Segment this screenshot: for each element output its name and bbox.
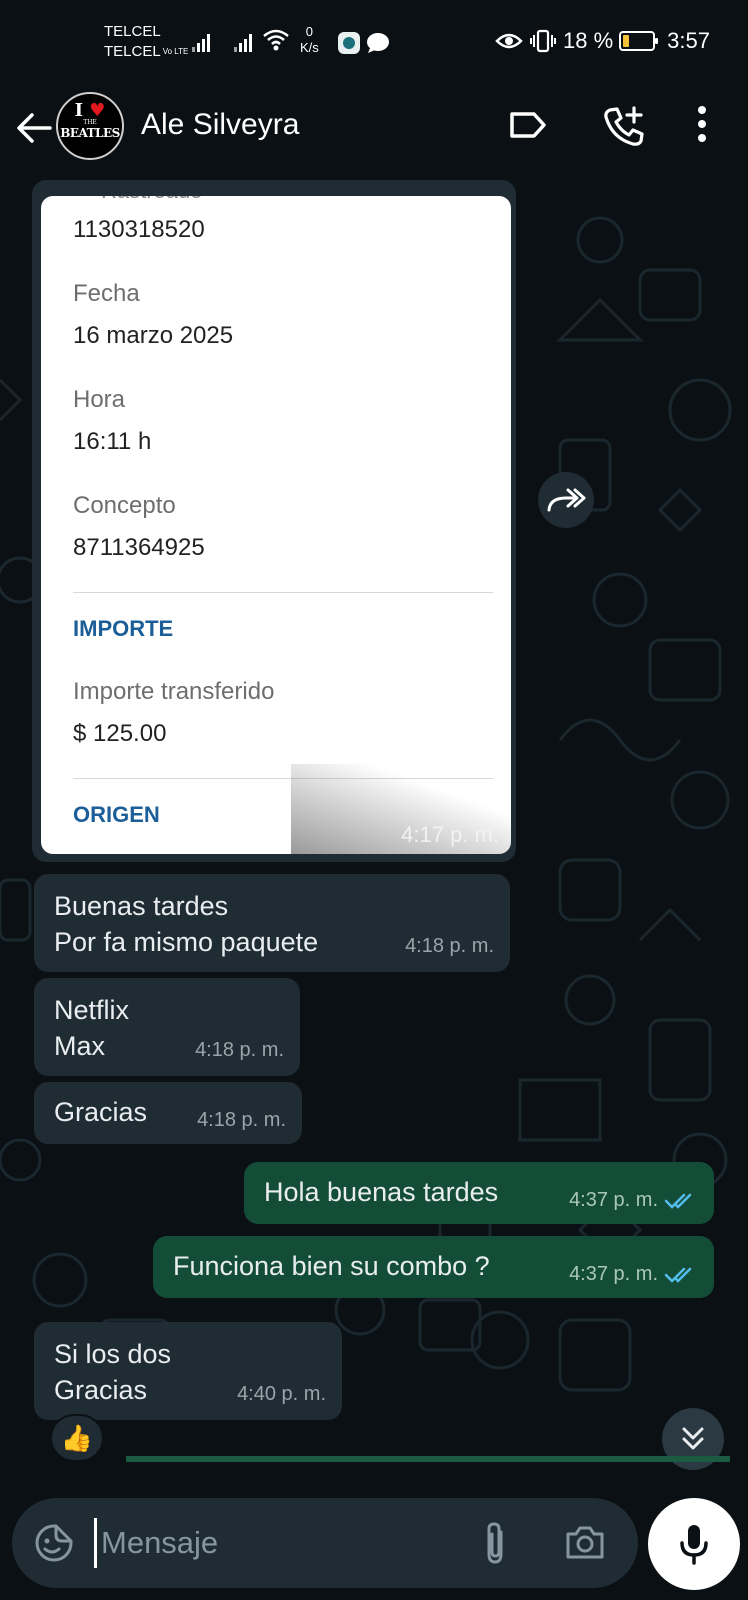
forward-button[interactable] (538, 472, 594, 528)
message-input-container[interactable] (12, 1498, 638, 1588)
read-receipt-icon (664, 1193, 692, 1209)
heart-icon: ♥ (89, 100, 106, 121)
reaction-badge[interactable]: 👍 (50, 1414, 104, 1462)
receipt-section-origen: ORIGEN (73, 802, 160, 827)
receipt-concept-value: 8711364925 (73, 534, 205, 561)
avatar[interactable]: I ♥ THE BEATLES (56, 92, 124, 160)
outgoing-message[interactable]: Funciona bien su combo ? 4:37 p. m. (153, 1236, 714, 1298)
camera-icon[interactable] (564, 1522, 606, 1562)
receipt-date-label: Fecha (73, 280, 140, 307)
app-notification-icon (338, 32, 360, 54)
net-speed-value: 0 (305, 24, 314, 39)
contact-name[interactable]: Ale Silveyra (141, 108, 299, 142)
message-time: 4:18 p. m. (405, 935, 494, 957)
outgoing-message[interactable]: Hola buenas tardes 4:37 p. m. (244, 1162, 714, 1224)
sticker-icon[interactable] (34, 1523, 74, 1563)
message-time-text: 4:37 p. m. (569, 1263, 658, 1285)
chat-notification-icon (367, 33, 389, 53)
receipt-tracking-value: 1130318520 (73, 216, 205, 243)
label-tag-icon[interactable] (508, 110, 548, 140)
divider (73, 592, 493, 593)
receipt-image[interactable]: Rastreado 1130318520 Fecha 16 marzo 2025… (41, 196, 511, 854)
message-time: 4:37 p. m. (569, 1256, 696, 1292)
battery-icon (619, 31, 659, 51)
receipt-date-value: 16 marzo 2025 (73, 322, 234, 349)
battery-percent: 18 % (563, 28, 614, 53)
receipt-transferred-value: $ 125.00 (73, 720, 167, 747)
wifi-icon (263, 29, 289, 51)
forward-icon (547, 488, 586, 512)
paperclip-icon[interactable] (482, 1520, 508, 1566)
partial-outgoing-bubble (126, 1456, 730, 1462)
receipt-concept-label: Concepto (73, 492, 176, 519)
message-time: 4:18 p. m. (195, 1039, 284, 1061)
avatar-text: I (74, 100, 83, 121)
message-time: 4:18 p. m. (197, 1109, 286, 1131)
receipt-hour-label: Hora (73, 386, 126, 413)
add-call-icon[interactable] (602, 104, 646, 148)
signal-icon (192, 30, 210, 52)
microphone-icon (680, 1525, 708, 1565)
message-list[interactable]: Rastreado 1130318520 Fecha 16 marzo 2025… (0, 180, 748, 1480)
receipt-transferred-label: Importe transferido (73, 678, 275, 705)
chat-header: I ♥ THE BEATLES Ale Silveyra (0, 88, 748, 180)
arrow-left-icon[interactable] (14, 108, 54, 148)
receipt-hour-value: 16:11 h (73, 428, 152, 455)
receipt-section-importe: IMPORTE (73, 616, 174, 641)
avatar-text: BEATLES (60, 126, 120, 140)
message-input[interactable] (94, 1518, 474, 1568)
message-time: 4:40 p. m. (237, 1383, 326, 1405)
incoming-message[interactable]: Si los dos Gracias 4:40 p. m. (34, 1322, 342, 1420)
volte-indicator: Vo LTE (162, 47, 189, 57)
message-text: Buenas tardes (54, 891, 229, 921)
message-time: 4:17 p. m. (401, 822, 499, 847)
message-text: Si los dos (54, 1339, 172, 1369)
vibrate-icon (530, 29, 557, 53)
receipt-cut-label: Rastreado (101, 196, 203, 204)
message-time-text: 4:37 p. m. (569, 1189, 658, 1211)
incoming-message[interactable]: Gracias 4:18 p. m. (34, 1082, 302, 1144)
double-chevron-down-icon (682, 1427, 704, 1450)
net-speed-unit: K/s (300, 40, 319, 55)
carrier-1: TELCEL (104, 23, 161, 40)
voice-record-button[interactable] (648, 1498, 740, 1590)
status-bar: TELCEL TELCEL Vo LTE 0 K/s 18 % 3:57 (0, 0, 748, 88)
incoming-message[interactable]: Buenas tardes Por fa mismo paquete 4:18 … (34, 874, 510, 972)
incoming-message[interactable]: Netflix Max 4:18 p. m. (34, 978, 300, 1076)
message-text: Netflix (54, 995, 130, 1025)
read-receipt-icon (664, 1267, 692, 1283)
carrier-2: TELCEL (104, 43, 161, 60)
net-speed: 0 K/s (300, 24, 319, 56)
eye-icon (495, 33, 523, 49)
message-time: 4:37 p. m. (569, 1182, 696, 1218)
carrier-names: TELCEL TELCEL Vo LTE (104, 22, 188, 62)
signal-icon (234, 30, 252, 52)
clock: 3:57 (667, 28, 710, 53)
more-vert-icon[interactable] (696, 104, 708, 144)
composer-bar (0, 1480, 748, 1600)
status-right: 18 % 3:57 (495, 28, 710, 54)
